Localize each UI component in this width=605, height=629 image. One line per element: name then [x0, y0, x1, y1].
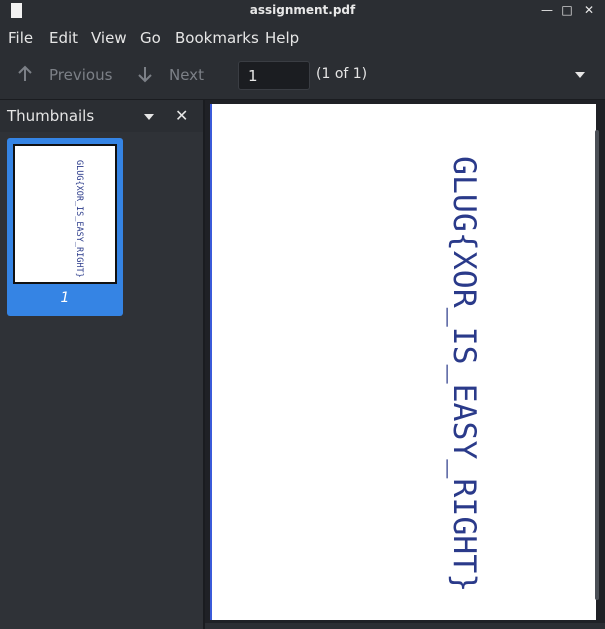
thumbnail-label: 1 — [60, 290, 70, 306]
maximize-button[interactable]: □ — [559, 2, 575, 18]
menu-view[interactable]: View — [91, 29, 127, 47]
sidebar-dropdown-icon[interactable] — [144, 114, 154, 120]
arrow-down-icon[interactable] — [136, 64, 154, 84]
thumbnail-handwriting: GLUG{XOR_IS_EASY_RIGHT} — [74, 160, 84, 278]
sidebar-title: Thumbnails — [7, 107, 95, 125]
window-title: assignment.pdf — [249, 3, 356, 17]
sidebar-header: Thumbnails ✕ — [0, 100, 203, 132]
minimize-button[interactable]: — — [539, 2, 555, 18]
page-count: (1 of 1) — [316, 66, 368, 82]
thumbnail-text: GLUG{XOR_IS_EASY_RIGHT} — [74, 160, 84, 278]
menu-bar: File Edit View Go Bookmarks Help — [0, 22, 605, 54]
thumbnails-sidebar: Thumbnails ✕ GLUG{XOR_IS_EASY_RIGHT} 1 — [0, 100, 203, 629]
vertical-scrollbar[interactable] — [595, 130, 599, 600]
menu-bookmarks[interactable]: Bookmarks — [175, 29, 259, 47]
close-button[interactable]: ✕ — [581, 2, 597, 18]
status-strip — [205, 623, 605, 629]
thumbnail-image: GLUG{XOR_IS_EASY_RIGHT} — [13, 144, 117, 284]
toolbar: Previous Next (1 of 1) — [0, 54, 605, 100]
menu-file[interactable]: File — [8, 29, 33, 47]
chevron-down-icon[interactable] — [575, 72, 585, 78]
thumbnail-page-1[interactable]: GLUG{XOR_IS_EASY_RIGHT} 1 — [7, 138, 123, 316]
sidebar-close-icon[interactable]: ✕ — [175, 106, 188, 125]
next-button[interactable]: Next — [169, 66, 204, 84]
document-viewer: GLUG{XOR_IS_EASY_RIGHT} — [205, 100, 605, 629]
arrow-up-icon[interactable] — [16, 64, 34, 84]
menu-edit[interactable]: Edit — [49, 29, 78, 47]
page-handwriting: GLUG{XOR_IS_EASY_RIGHT} — [446, 156, 482, 592]
pdf-page: GLUG{XOR_IS_EASY_RIGHT} — [210, 104, 596, 620]
previous-button[interactable]: Previous — [49, 66, 112, 84]
page-number-input[interactable] — [238, 61, 310, 90]
title-bar: assignment.pdf — □ ✕ — [0, 0, 605, 22]
handwritten-text: GLUG{XOR_IS_EASY_RIGHT} — [446, 156, 482, 592]
menu-help[interactable]: Help — [265, 29, 299, 47]
menu-go[interactable]: Go — [140, 29, 161, 47]
